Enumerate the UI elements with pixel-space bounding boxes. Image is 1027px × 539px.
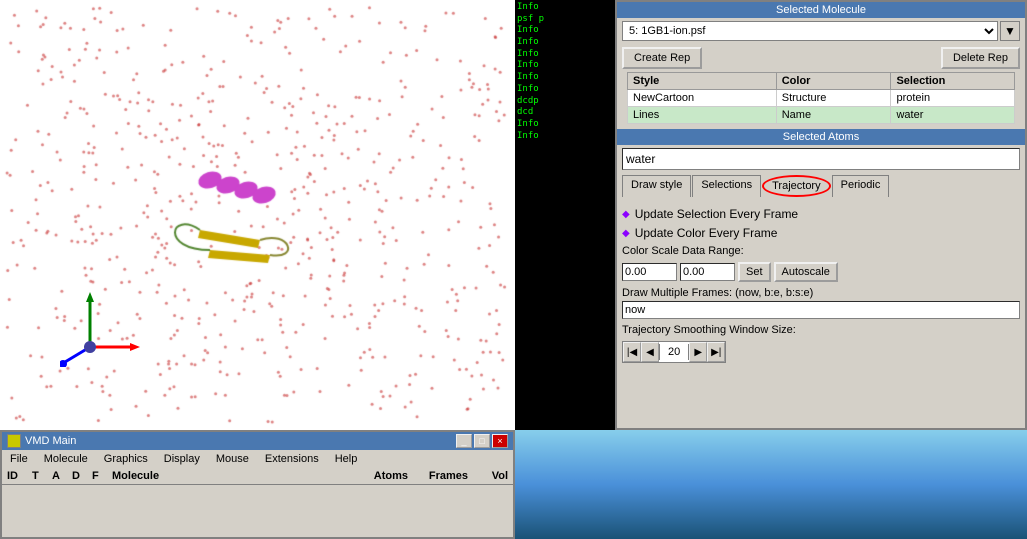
tab-content-trajectory: ◆ Update Selection Every Frame ◆ Update … bbox=[617, 197, 1025, 428]
selection-cell: water bbox=[891, 107, 1015, 124]
molecule-dropdown-row: 5: 1GB1-ion.psf ▼ bbox=[617, 18, 1025, 44]
selection-cell: protein bbox=[891, 90, 1015, 107]
viewport bbox=[0, 0, 515, 430]
vmd-main-window: VMD Main _ □ × File Molecule Graphics Di… bbox=[0, 430, 515, 539]
color-cell: Name bbox=[776, 107, 891, 124]
update-selection-row: ◆ Update Selection Every Frame bbox=[622, 207, 1020, 221]
col-style-header: Style bbox=[628, 73, 777, 90]
tabs-row: Draw style Selections Trajectory Periodi… bbox=[617, 173, 1025, 197]
menu-extensions[interactable]: Extensions bbox=[262, 452, 322, 466]
table-row[interactable]: NewCartoon Structure protein bbox=[628, 90, 1015, 107]
draw-frames-input[interactable] bbox=[622, 301, 1020, 319]
col-selection-header: Selection bbox=[891, 73, 1015, 90]
col-f-header: F bbox=[92, 470, 112, 482]
autoscale-button[interactable]: Autoscale bbox=[774, 262, 838, 282]
col-vol-header: Vol bbox=[468, 470, 508, 482]
log-line: psf p bbox=[517, 14, 613, 26]
col-color-header: Color bbox=[776, 73, 891, 90]
draw-frames-row: Draw Multiple Frames: (now, b:e, b:s:e) bbox=[622, 287, 1020, 319]
tab-selections[interactable]: Selections bbox=[692, 175, 761, 197]
atom-selection-input[interactable] bbox=[622, 148, 1020, 170]
diamond-icon-2: ◆ bbox=[622, 228, 630, 239]
color-cell: Structure bbox=[776, 90, 891, 107]
update-color-label: Update Color Every Frame bbox=[635, 226, 778, 240]
menu-molecule[interactable]: Molecule bbox=[41, 452, 91, 466]
menu-display[interactable]: Display bbox=[161, 452, 203, 466]
rep-table-container: Style Color Selection NewCartoon Structu… bbox=[617, 72, 1025, 124]
maximize-button[interactable]: □ bbox=[474, 434, 490, 448]
col-t-header: T bbox=[32, 470, 52, 482]
graphical-representations-panel: Selected Molecule 5: 1GB1-ion.psf ▼ Crea… bbox=[615, 0, 1027, 430]
dropdown-arrow[interactable]: ▼ bbox=[1000, 21, 1020, 41]
selected-atoms-label: Selected Atoms bbox=[617, 129, 1025, 145]
log-panel: Info psf p Info Info Info Info Info Info… bbox=[515, 0, 615, 430]
smoothing-row: |◀ ◀ 20 ▶ ▶| bbox=[622, 341, 1020, 363]
smoothing-value: 20 bbox=[659, 344, 689, 360]
color-scale-min-input[interactable] bbox=[622, 263, 677, 281]
log-line: Info bbox=[517, 84, 613, 96]
stepper-next-button[interactable]: ▶ bbox=[689, 342, 707, 362]
color-scale-max-input[interactable] bbox=[680, 263, 735, 281]
color-scale-range-row: Set Autoscale bbox=[622, 262, 1020, 282]
col-molecule-header: Molecule bbox=[112, 470, 348, 482]
molecule-table-header: ID T A D F Molecule Atoms Frames Vol bbox=[2, 468, 513, 485]
col-d-header: D bbox=[72, 470, 92, 482]
background-ocean bbox=[515, 430, 1027, 539]
col-a-header: A bbox=[52, 470, 72, 482]
stepper-first-button[interactable]: |◀ bbox=[623, 342, 641, 362]
menu-file[interactable]: File bbox=[7, 452, 31, 466]
col-atoms-header: Atoms bbox=[348, 470, 408, 482]
diamond-icon-1: ◆ bbox=[622, 209, 630, 220]
vmd-title-left: VMD Main bbox=[7, 434, 76, 448]
molecule-select[interactable]: 5: 1GB1-ion.psf bbox=[622, 21, 998, 41]
col-frames-header: Frames bbox=[408, 470, 468, 482]
stepper-prev-button[interactable]: ◀ bbox=[641, 342, 659, 362]
log-line: Info bbox=[517, 2, 613, 14]
log-line: Info bbox=[517, 25, 613, 37]
window-controls: _ □ × bbox=[456, 434, 508, 448]
log-line: Info bbox=[517, 49, 613, 61]
menu-graphics[interactable]: Graphics bbox=[101, 452, 151, 466]
rep-buttons-row: Create Rep Delete Rep bbox=[617, 44, 1025, 72]
rep-table: Style Color Selection NewCartoon Structu… bbox=[627, 72, 1015, 124]
log-line: dcdp bbox=[517, 96, 613, 108]
vmd-title-text: VMD Main bbox=[25, 435, 76, 447]
vmd-titlebar: VMD Main _ □ × bbox=[2, 432, 513, 450]
window-icon bbox=[7, 434, 21, 448]
log-line: dcd bbox=[517, 107, 613, 119]
style-cell: NewCartoon bbox=[628, 90, 777, 107]
col-id-header: ID bbox=[7, 470, 32, 482]
table-row[interactable]: Lines Name water bbox=[628, 107, 1015, 124]
log-line: Info bbox=[517, 119, 613, 131]
tab-trajectory[interactable]: Trajectory bbox=[762, 175, 831, 197]
smoothing-stepper: |◀ ◀ 20 ▶ ▶| bbox=[622, 341, 726, 363]
smoothing-label: Trajectory Smoothing Window Size: bbox=[622, 324, 1020, 336]
minimize-button[interactable]: _ bbox=[456, 434, 472, 448]
delete-rep-button[interactable]: Delete Rep bbox=[941, 47, 1020, 69]
update-color-row: ◆ Update Color Every Frame bbox=[622, 226, 1020, 240]
log-line: Info bbox=[517, 131, 613, 143]
log-line: Info bbox=[517, 60, 613, 72]
draw-frames-label: Draw Multiple Frames: (now, b:e, b:s:e) bbox=[622, 287, 1020, 299]
close-button[interactable]: × bbox=[492, 434, 508, 448]
update-selection-label: Update Selection Every Frame bbox=[635, 207, 798, 221]
color-scale-label: Color Scale Data Range: bbox=[622, 245, 1020, 257]
menubar: File Molecule Graphics Display Mouse Ext… bbox=[2, 450, 513, 468]
create-rep-button[interactable]: Create Rep bbox=[622, 47, 702, 69]
tab-draw-style[interactable]: Draw style bbox=[622, 175, 691, 197]
selected-molecule-label: Selected Molecule bbox=[617, 2, 1025, 18]
axes-indicator bbox=[60, 287, 140, 370]
log-line: Info bbox=[517, 37, 613, 49]
log-line: Info bbox=[517, 72, 613, 84]
style-cell: Lines bbox=[628, 107, 777, 124]
set-button[interactable]: Set bbox=[738, 262, 771, 282]
menu-help[interactable]: Help bbox=[332, 452, 361, 466]
stepper-last-button[interactable]: ▶| bbox=[707, 342, 725, 362]
tab-periodic[interactable]: Periodic bbox=[832, 175, 890, 197]
menu-mouse[interactable]: Mouse bbox=[213, 452, 252, 466]
